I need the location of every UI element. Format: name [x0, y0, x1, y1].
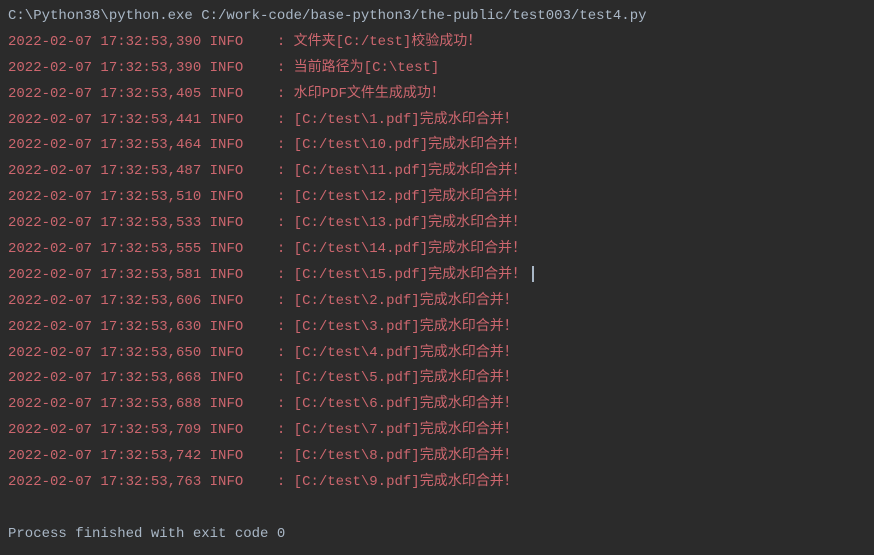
log-level: INFO	[210, 448, 244, 464]
log-timestamp: 2022-02-07 17:32:53,510	[8, 189, 201, 205]
log-message: [C:/test\10.pdf]完成水印合并！	[294, 137, 526, 153]
log-message: [C:/test\1.pdf]完成水印合并！	[294, 112, 518, 128]
log-timestamp: 2022-02-07 17:32:53,709	[8, 422, 201, 438]
log-timestamp: 2022-02-07 17:32:53,464	[8, 137, 201, 153]
log-timestamp: 2022-02-07 17:32:53,441	[8, 112, 201, 128]
log-level: INFO	[210, 215, 244, 231]
log-line: 2022-02-07 17:32:53,405 INFO : 水印PDF文件生成…	[8, 82, 866, 108]
log-message: 水印PDF文件生成成功！	[294, 86, 445, 102]
log-timestamp: 2022-02-07 17:32:53,533	[8, 215, 201, 231]
log-container: 2022-02-07 17:32:53,390 INFO : 文件夹[C:/te…	[8, 30, 866, 496]
log-message: [C:/test\7.pdf]完成水印合并！	[294, 422, 518, 438]
log-timestamp: 2022-02-07 17:32:53,650	[8, 345, 201, 361]
blank-line	[8, 496, 866, 522]
log-message: [C:/test\3.pdf]完成水印合并！	[294, 319, 518, 335]
log-message: [C:/test\2.pdf]完成水印合并！	[294, 293, 518, 309]
log-timestamp: 2022-02-07 17:32:53,390	[8, 34, 201, 50]
log-line: 2022-02-07 17:32:53,763 INFO : [C:/test\…	[8, 470, 866, 496]
log-timestamp: 2022-02-07 17:32:53,606	[8, 293, 201, 309]
log-level: INFO	[210, 163, 244, 179]
log-line: 2022-02-07 17:32:53,630 INFO : [C:/test\…	[8, 315, 866, 341]
log-message: [C:/test\15.pdf]完成水印合并！	[294, 267, 526, 283]
log-timestamp: 2022-02-07 17:32:53,555	[8, 241, 201, 257]
log-message: 文件夹[C:/test]校验成功！	[294, 34, 482, 50]
log-timestamp: 2022-02-07 17:32:53,390	[8, 60, 201, 76]
log-line: 2022-02-07 17:32:53,390 INFO : 文件夹[C:/te…	[8, 30, 866, 56]
log-timestamp: 2022-02-07 17:32:53,668	[8, 370, 201, 386]
log-level: INFO	[210, 34, 244, 50]
log-level: INFO	[210, 112, 244, 128]
log-message: [C:/test\6.pdf]完成水印合并！	[294, 396, 518, 412]
log-level: INFO	[210, 319, 244, 335]
log-message: [C:/test\8.pdf]完成水印合并！	[294, 448, 518, 464]
log-line: 2022-02-07 17:32:53,533 INFO : [C:/test\…	[8, 211, 866, 237]
log-line: 2022-02-07 17:32:53,464 INFO : [C:/test\…	[8, 133, 866, 159]
log-level: INFO	[210, 474, 244, 490]
log-timestamp: 2022-02-07 17:32:53,487	[8, 163, 201, 179]
log-level: INFO	[210, 189, 244, 205]
text-cursor	[532, 266, 534, 282]
log-level: INFO	[210, 345, 244, 361]
log-message: [C:/test\13.pdf]完成水印合并！	[294, 215, 526, 231]
log-level: INFO	[210, 422, 244, 438]
log-line: 2022-02-07 17:32:53,510 INFO : [C:/test\…	[8, 185, 866, 211]
log-line: 2022-02-07 17:32:53,668 INFO : [C:/test\…	[8, 366, 866, 392]
log-timestamp: 2022-02-07 17:32:53,688	[8, 396, 201, 412]
log-message: 当前路径为[C:\test]	[294, 60, 440, 76]
log-level: INFO	[210, 241, 244, 257]
log-line: 2022-02-07 17:32:53,742 INFO : [C:/test\…	[8, 444, 866, 470]
log-line: 2022-02-07 17:32:53,606 INFO : [C:/test\…	[8, 289, 866, 315]
log-level: INFO	[210, 267, 244, 283]
log-timestamp: 2022-02-07 17:32:53,630	[8, 319, 201, 335]
log-line: 2022-02-07 17:32:53,650 INFO : [C:/test\…	[8, 341, 866, 367]
log-message: [C:/test\5.pdf]完成水印合并！	[294, 370, 518, 386]
log-message: [C:/test\4.pdf]完成水印合并！	[294, 345, 518, 361]
log-line: 2022-02-07 17:32:53,688 INFO : [C:/test\…	[8, 392, 866, 418]
log-message: [C:/test\11.pdf]完成水印合并！	[294, 163, 526, 179]
log-level: INFO	[210, 137, 244, 153]
log-timestamp: 2022-02-07 17:32:53,405	[8, 86, 201, 102]
log-line: 2022-02-07 17:32:53,555 INFO : [C:/test\…	[8, 237, 866, 263]
log-line: 2022-02-07 17:32:53,581 INFO : [C:/test\…	[8, 263, 866, 289]
console-output[interactable]: C:\Python38\python.exe C:/work-code/base…	[8, 4, 866, 548]
log-line: 2022-02-07 17:32:53,441 INFO : [C:/test\…	[8, 108, 866, 134]
log-timestamp: 2022-02-07 17:32:53,581	[8, 267, 201, 283]
log-level: INFO	[210, 86, 244, 102]
log-line: 2022-02-07 17:32:53,390 INFO : 当前路径为[C:\…	[8, 56, 866, 82]
log-level: INFO	[210, 396, 244, 412]
log-line: 2022-02-07 17:32:53,709 INFO : [C:/test\…	[8, 418, 866, 444]
log-line: 2022-02-07 17:32:53,487 INFO : [C:/test\…	[8, 159, 866, 185]
log-message: [C:/test\9.pdf]完成水印合并！	[294, 474, 518, 490]
log-timestamp: 2022-02-07 17:32:53,742	[8, 448, 201, 464]
log-level: INFO	[210, 293, 244, 309]
log-level: INFO	[210, 370, 244, 386]
log-message: [C:/test\12.pdf]完成水印合并！	[294, 189, 526, 205]
log-timestamp: 2022-02-07 17:32:53,763	[8, 474, 201, 490]
exit-message: Process finished with exit code 0	[8, 522, 866, 548]
command-line: C:\Python38\python.exe C:/work-code/base…	[8, 4, 866, 30]
log-level: INFO	[210, 60, 244, 76]
log-message: [C:/test\14.pdf]完成水印合并！	[294, 241, 526, 257]
